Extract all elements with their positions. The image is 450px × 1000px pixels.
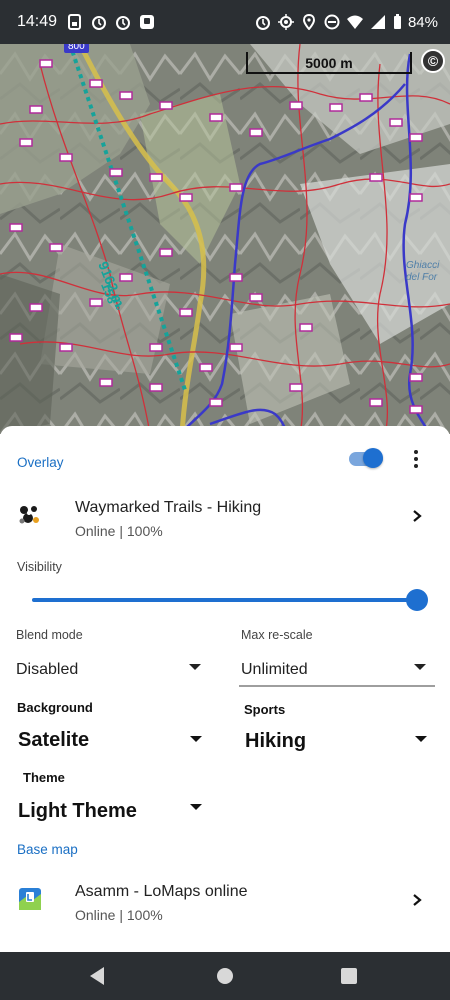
screenshot-icon <box>67 14 83 30</box>
back-icon[interactable] <box>90 967 104 985</box>
battery-level: 84% <box>407 13 438 31</box>
chevron-right-icon <box>410 893 424 907</box>
glacier-label-line-1: Ghiacci <box>406 260 440 271</box>
background-dropdown[interactable]: Satelite <box>18 729 89 752</box>
overlay-map-title: Waymarked Trails - Hiking <box>75 499 262 516</box>
chevron-down-icon <box>189 664 201 670</box>
lomaps-icon <box>19 888 41 910</box>
home-icon[interactable] <box>217 968 233 984</box>
max-rescale-dropdown[interactable]: Unlimited <box>241 661 308 679</box>
gps-icon <box>277 14 294 30</box>
theme-label: Theme <box>23 770 65 785</box>
blend-mode-dropdown[interactable]: Disabled <box>16 661 78 679</box>
more-options-icon[interactable] <box>406 448 426 470</box>
chevron-down-icon <box>190 736 202 742</box>
alarm-icon <box>91 14 107 30</box>
background-label: Background <box>17 700 93 715</box>
max-rescale-label: Max re-scale <box>241 628 313 642</box>
visibility-slider-track[interactable] <box>32 598 418 602</box>
visibility-label: Visibility <box>17 560 62 574</box>
glacier-label-line-2: del For <box>406 272 438 283</box>
cell-signal-icon <box>370 14 386 30</box>
clock: 14:49 <box>17 13 58 30</box>
app-notification-icon <box>139 14 155 30</box>
base-map-status: Online | 100% <box>75 907 163 923</box>
overlay-section-title: Overlay <box>17 455 64 470</box>
theme-dropdown[interactable]: Light Theme <box>18 800 137 823</box>
copyright-button[interactable]: © <box>421 49 445 73</box>
chevron-down-icon <box>414 664 426 670</box>
status-bar: 14:49 84% <box>0 0 450 44</box>
alarm-icon <box>255 14 271 30</box>
map-canvas <box>0 44 450 434</box>
visibility-slider-thumb[interactable] <box>406 589 428 611</box>
sports-dropdown[interactable]: Hiking <box>245 730 306 753</box>
blend-mode-label: Blend mode <box>16 628 83 642</box>
recents-icon[interactable] <box>341 968 357 984</box>
chevron-right-icon <box>410 509 424 523</box>
hiking-trails-icon <box>18 504 40 526</box>
route-badge: 800 <box>64 44 89 53</box>
map-scale-label: 5000 m <box>305 55 353 71</box>
dropdown-underline <box>239 685 435 687</box>
base-map-section-title: Base map <box>17 842 78 857</box>
base-map-title: Asamm - LoMaps online <box>75 883 248 900</box>
alarm-icon <box>115 14 131 30</box>
overlay-map-status: Online | 100% <box>75 523 163 539</box>
overlay-toggle[interactable] <box>349 447 385 469</box>
glacier-place-label: Ghiacci del For <box>406 260 439 284</box>
do-not-disturb-icon <box>324 14 340 30</box>
battery-icon <box>393 14 402 30</box>
toggle-thumb <box>363 448 383 468</box>
system-nav-bar <box>0 952 450 1000</box>
wifi-icon <box>346 14 363 30</box>
base-map-item[interactable]: Asamm - LoMaps online Online | 100% <box>0 874 450 934</box>
sports-label: Sports <box>244 702 286 717</box>
overlay-map-item[interactable]: Waymarked Trails - Hiking Online | 100% <box>0 490 450 550</box>
location-icon <box>301 13 317 31</box>
map-scale-bar: 5000 m <box>246 52 412 74</box>
map-view[interactable]: 800 9162 m 158 ° Ghiacci del For <box>0 44 450 434</box>
chevron-down-icon <box>190 804 202 810</box>
chevron-down-icon <box>415 736 427 742</box>
